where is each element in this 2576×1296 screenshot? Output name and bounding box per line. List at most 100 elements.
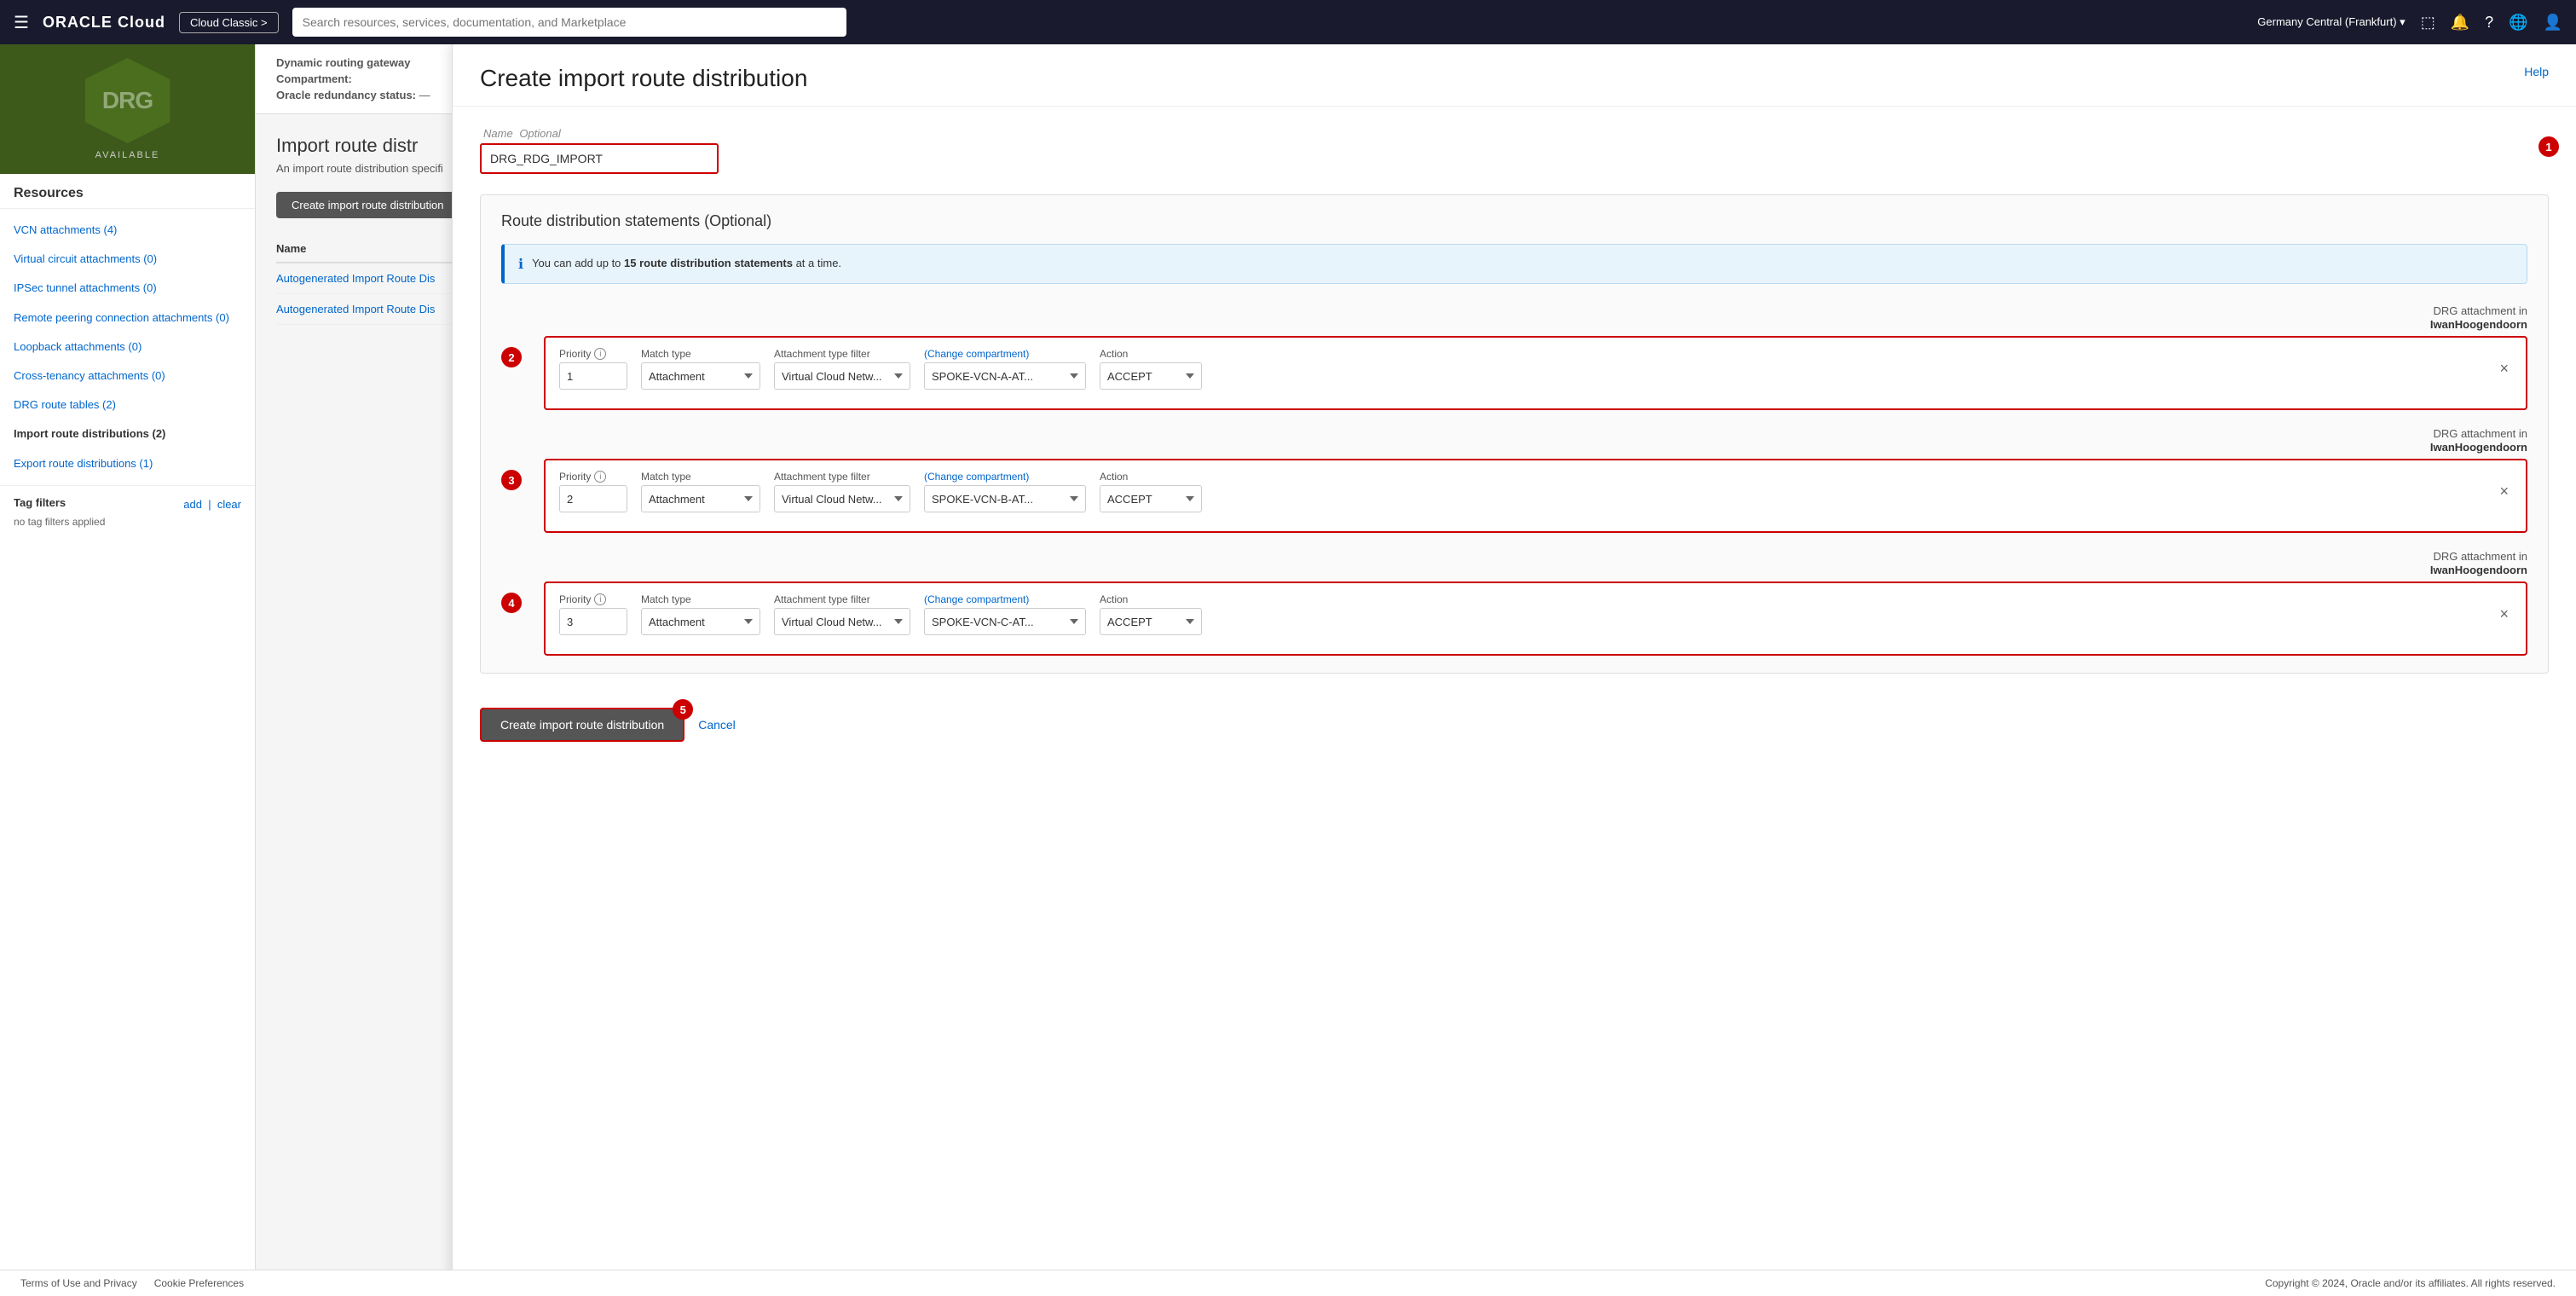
top-navigation: ☰ ORACLE Cloud Cloud Classic > Germany C…: [0, 0, 2576, 44]
terms-link[interactable]: Terms of Use and Privacy: [20, 1277, 137, 1289]
change-compartment-link-1[interactable]: (Change compartment): [924, 348, 1086, 360]
att-filter-label-1: Attachment type filter: [774, 348, 910, 360]
sidebar-item-import-route-distributions[interactable]: Import route distributions (2): [0, 419, 255, 448]
statement-wrapper-2: 3 DRG attachment in IwanHoogendoorn Prio…: [501, 427, 2527, 533]
tag-filter-links: add | clear: [183, 498, 241, 511]
remove-statement-2-button[interactable]: ×: [2496, 483, 2512, 500]
sidebar-item-vcn-attachments[interactable]: VCN attachments (4): [0, 216, 255, 245]
tag-note: no tag filters applied: [14, 516, 241, 528]
sidebar-item-drg-route-tables[interactable]: DRG route tables (2): [0, 391, 255, 419]
info-text: You can add up to 15 route distribution …: [532, 255, 841, 272]
change-comp-field-1: (Change compartment) SPOKE-VCN-A-AT...: [924, 348, 1086, 390]
priority-info-icon-2[interactable]: i: [594, 471, 606, 483]
info-circle-icon: ℹ: [518, 256, 523, 273]
cancel-button[interactable]: Cancel: [698, 718, 736, 732]
att-filter-select-3[interactable]: Virtual Cloud Netw...: [774, 608, 910, 635]
match-type-select-2[interactable]: Attachment: [641, 485, 760, 512]
help-icon[interactable]: ?: [2485, 14, 2493, 32]
sidebar-item-ipsec[interactable]: IPSec tunnel attachments (0): [0, 274, 255, 303]
priority-info-icon-1[interactable]: i: [594, 348, 606, 360]
step-2-badge: 2: [501, 347, 522, 367]
sidebar-item-virtual-circuit[interactable]: Virtual circuit attachments (0): [0, 245, 255, 274]
drg-logo-section: DRG AVAILABLE: [0, 44, 255, 174]
drg-status-badge: AVAILABLE: [95, 150, 160, 160]
create-import-route-button-main[interactable]: Create import route distribution: [276, 192, 459, 218]
global-search-input[interactable]: [292, 8, 846, 37]
att-select-3[interactable]: SPOKE-VCN-C-AT...: [924, 608, 1086, 635]
att-select-1[interactable]: SPOKE-VCN-A-AT...: [924, 362, 1086, 390]
action-label-1: Action: [1100, 348, 1202, 360]
step-5-badge: 5: [673, 699, 693, 720]
name-field-label: Name Optional: [480, 127, 2549, 140]
att-select-2[interactable]: SPOKE-VCN-B-AT...: [924, 485, 1086, 512]
match-type-field-1: Match type Attachment: [641, 348, 760, 390]
modal-header: Create import route distribution Help: [453, 44, 2576, 107]
modal-help-link[interactable]: Help: [2524, 65, 2549, 78]
name-input-container: 1: [480, 143, 2549, 174]
priority-input-3[interactable]: [559, 608, 627, 635]
create-import-route-distribution-button[interactable]: Create import route distribution: [480, 708, 684, 742]
info-box: ℹ You can add up to 15 route distributio…: [501, 244, 2527, 284]
change-comp-field-2: (Change compartment) SPOKE-VCN-B-AT...: [924, 471, 1086, 512]
change-compartment-link-3[interactable]: (Change compartment): [924, 593, 1086, 605]
match-type-label-2: Match type: [641, 471, 760, 483]
console-icon[interactable]: ⬚: [2421, 14, 2435, 32]
statement-card-2: Priority i Match type Attachment: [544, 459, 2527, 533]
main-layout: DRG AVAILABLE Resources VCN attachments …: [0, 44, 2576, 1296]
sidebar-item-cross-tenancy[interactable]: Cross-tenancy attachments (0): [0, 362, 255, 391]
sidebar-item-export-route-distributions[interactable]: Export route distributions (1): [0, 449, 255, 478]
action-field-3: Action ACCEPT: [1100, 593, 1202, 635]
change-compartment-link-2[interactable]: (Change compartment): [924, 471, 1086, 483]
priority-input-1[interactable]: [559, 362, 627, 390]
tag-clear-link[interactable]: clear: [217, 498, 241, 511]
statement-row-3: Priority i Match type Attachment: [559, 593, 2512, 635]
drg-attachment-user-3: IwanHoogendoorn: [544, 564, 2527, 576]
priority-field-1: Priority i: [559, 348, 627, 390]
name-input-field[interactable]: [480, 143, 719, 174]
match-type-select-1[interactable]: Attachment: [641, 362, 760, 390]
nav-right: Germany Central (Frankfurt) ▾ ⬚ 🔔 ? 🌐 👤: [2257, 14, 2562, 32]
action-select-1[interactable]: ACCEPT: [1100, 362, 1202, 390]
priority-label-1: Priority i: [559, 348, 627, 360]
cloud-classic-button[interactable]: Cloud Classic >: [179, 12, 279, 33]
action-field-1: Action ACCEPT: [1100, 348, 1202, 390]
att-filter-select-2[interactable]: Virtual Cloud Netw...: [774, 485, 910, 512]
drg-attachment-line1-1: DRG attachment in: [544, 304, 2527, 317]
priority-info-icon-3[interactable]: i: [594, 593, 606, 605]
hamburger-menu-icon[interactable]: ☰: [14, 12, 29, 33]
statement-row-2: Priority i Match type Attachment: [559, 471, 2512, 512]
action-select-3[interactable]: ACCEPT: [1100, 608, 1202, 635]
att-filter-field-1: Attachment type filter Virtual Cloud Net…: [774, 348, 910, 390]
action-select-2[interactable]: ACCEPT: [1100, 485, 1202, 512]
priority-input-2[interactable]: [559, 485, 627, 512]
step-4-badge: 4: [501, 593, 522, 613]
match-type-label-3: Match type: [641, 593, 760, 605]
tag-add-link[interactable]: add: [183, 498, 202, 511]
tag-filters-title: Tag filters: [14, 496, 66, 509]
cookie-preferences-link[interactable]: Cookie Preferences: [154, 1277, 244, 1289]
step-3-badge: 3: [501, 470, 522, 490]
att-filter-select-1[interactable]: Virtual Cloud Netw...: [774, 362, 910, 390]
rds-section-title: Route distribution statements (Optional): [501, 212, 2527, 230]
language-globe-icon[interactable]: 🌐: [2509, 14, 2527, 32]
statement-wrapper-1: 2 DRG attachment in IwanHoogendoorn Prio…: [501, 304, 2527, 410]
statement-card-3: Priority i Match type Attachment: [544, 581, 2527, 656]
modal-title: Create import route distribution: [480, 65, 807, 92]
remove-statement-3-button[interactable]: ×: [2496, 605, 2512, 623]
copyright-text: Copyright © 2024, Oracle and/or its affi…: [2265, 1277, 2556, 1289]
sidebar-item-loopback[interactable]: Loopback attachments (0): [0, 333, 255, 362]
user-avatar-icon[interactable]: 👤: [2544, 14, 2562, 32]
oracle-logo: ORACLE Cloud: [43, 14, 165, 32]
footer-bar: Terms of Use and Privacy Cookie Preferen…: [0, 1270, 2576, 1296]
priority-field-3: Priority i: [559, 593, 627, 635]
action-label-2: Action: [1100, 471, 1202, 483]
remove-statement-1-button[interactable]: ×: [2496, 360, 2512, 378]
create-btn-wrapper: Create import route distribution 5: [480, 708, 684, 742]
region-selector[interactable]: Germany Central (Frankfurt) ▾: [2257, 15, 2405, 29]
drg-attachment-line1-2: DRG attachment in: [544, 427, 2527, 440]
match-type-select-3[interactable]: Attachment: [641, 608, 760, 635]
notification-bell-icon[interactable]: 🔔: [2451, 14, 2469, 32]
priority-label-2: Priority i: [559, 471, 627, 483]
route-distribution-statements-section: Route distribution statements (Optional)…: [480, 194, 2549, 674]
sidebar-item-remote-peering[interactable]: Remote peering connection attachments (0…: [0, 304, 255, 333]
